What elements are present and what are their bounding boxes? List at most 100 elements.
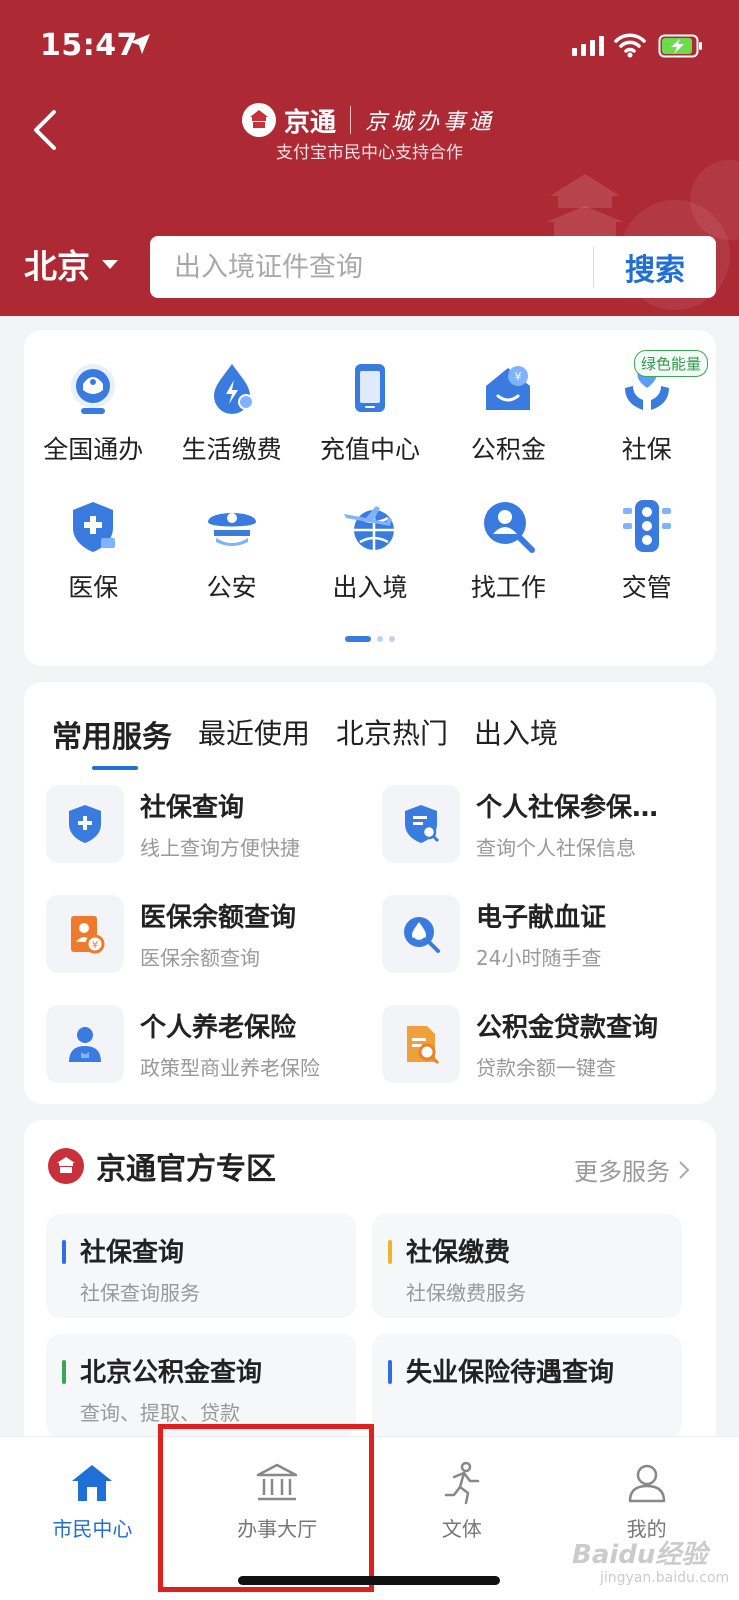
service-item-medical-balance[interactable]: ¥ 医保余额查询 医保余额查询 (46, 894, 370, 974)
traffic-light-icon (615, 494, 679, 558)
quick-item-label: 公积金 (470, 435, 546, 464)
jingtong-logo-icon (48, 1148, 84, 1184)
police-icon (200, 494, 264, 558)
official-zone-title: 京通官方专区 (96, 1152, 276, 1187)
service-item-fund-loan[interactable]: 公积金贷款查询 贷款余额一键查 (382, 1004, 706, 1084)
tab-common-services[interactable]: 常用服务 (52, 712, 172, 770)
svg-text:¥: ¥ (92, 940, 98, 951)
home-icon (68, 1459, 116, 1507)
quick-item-label: 生活缴费 (181, 435, 282, 464)
running-person-icon (438, 1459, 486, 1507)
medical-card-icon: ¥ (46, 895, 124, 973)
accent-bar (388, 1360, 392, 1384)
quick-item-utility-payment[interactable]: 生活缴费 (162, 356, 300, 466)
zone-item-social-payment[interactable]: 社保缴费 社保缴费服务 (372, 1214, 682, 1318)
brand-lockup: 京通 京城办事通 (242, 100, 495, 140)
grid-page-indicator (24, 636, 716, 642)
zone-item-title: 社保缴费 (406, 1238, 511, 1268)
zone-item-unemployment[interactable]: 失业保险待遇查询 (372, 1334, 682, 1438)
recharge-icon (338, 356, 402, 420)
app-header: 15:47 京通 京城办事通 支付宝市民中心支持合作 北京 出入境证件查询 搜索 (0, 0, 739, 316)
zone-item-social-query[interactable]: 社保查询 社保查询服务 (46, 1214, 356, 1318)
service-subtitle: 政策型商业养老保险 (140, 1056, 320, 1080)
zone-item-title: 失业保险待遇查询 (406, 1358, 615, 1388)
battery-charging-icon (658, 34, 702, 58)
services-tabs: 常用服务 最近使用 北京热门 出入境 (52, 712, 558, 770)
quick-item-recharge[interactable]: 充值中心 (301, 356, 439, 466)
quick-item-label: 出入境 (332, 573, 408, 602)
service-title: 公积金贷款查询 (476, 1013, 659, 1043)
quick-item-housing-fund[interactable]: ¥ 公积金 (439, 356, 577, 466)
quick-item-exit-entry[interactable]: 出入境 (301, 494, 439, 604)
tab-recent[interactable]: 最近使用 (198, 712, 310, 756)
wifi-icon (614, 33, 646, 58)
zone-item-subtitle: 社保缴费服务 (406, 1281, 526, 1305)
national-service-icon (61, 356, 125, 420)
profile-icon (623, 1459, 671, 1507)
page-dot-active (345, 636, 371, 642)
medical-insurance-icon (61, 494, 125, 558)
quick-item-medical-insurance[interactable]: 医保 (24, 494, 162, 604)
service-item-pension[interactable]: 个人养老保险 政策型商业养老保险 (46, 1004, 370, 1084)
baidu-watermark: Baidu经验 (572, 1540, 708, 1570)
service-item-blood-donation[interactable]: 电子献血证 24小时随手查 (382, 894, 706, 974)
svg-text:¥: ¥ (515, 370, 522, 383)
quick-item-label: 医保 (68, 573, 119, 602)
quick-services-grid: 全国通办 生活缴费 充值中心 ¥ 公积金 绿色能量 社保 医保 公安 出入境 找… (24, 350, 716, 604)
brand-slogan: 京城办事通 (365, 110, 496, 135)
quick-item-job-search[interactable]: 找工作 (439, 494, 577, 604)
tab-beijing-hot[interactable]: 北京热门 (336, 712, 448, 756)
page-dot (377, 636, 383, 642)
service-title: 电子献血证 (476, 903, 607, 933)
more-services-label: 更多服务 (574, 1158, 670, 1186)
service-item-personal-social[interactable]: 个人社保参保… 查询个人社保信息 (382, 784, 706, 864)
document-search-orange-icon (382, 1005, 460, 1083)
city-selector[interactable]: 北京 (24, 240, 118, 288)
search-button[interactable]: 搜索 (594, 245, 716, 289)
nav-label: 文体 (441, 1517, 482, 1541)
service-item-social-query[interactable]: 社保查询 线上查询方便快捷 (46, 784, 370, 864)
quick-item-police[interactable]: 公安 (162, 494, 300, 604)
person-icon (46, 1005, 124, 1083)
zone-item-subtitle: 查询、提取、贷款 (80, 1401, 240, 1425)
quick-item-label: 找工作 (470, 573, 546, 602)
location-arrow-icon (130, 34, 150, 54)
services-list: 社保查询 线上查询方便快捷 个人社保参保… 查询个人社保信息 ¥ 医保余额查询 … (46, 784, 706, 1084)
home-indicator[interactable] (238, 1576, 500, 1585)
search-input[interactable] (150, 251, 593, 283)
quick-item-label: 充值中心 (319, 435, 420, 464)
quick-services-card: 全国通办 生活缴费 充值中心 ¥ 公积金 绿色能量 社保 医保 公安 出入境 找… (24, 330, 716, 666)
exit-entry-icon (338, 494, 402, 558)
status-time: 15:47 (40, 28, 138, 63)
zone-item-title: 社保查询 (80, 1238, 185, 1268)
baidu-watermark-url: jingyan.baidu.com (600, 1570, 730, 1586)
official-zone-header: 京通官方专区 (48, 1144, 276, 1188)
city-label: 北京 (24, 247, 90, 286)
accent-bar (62, 1360, 66, 1384)
nav-label: 市民中心 (52, 1517, 133, 1541)
zone-item-title: 北京公积金查询 (80, 1358, 263, 1388)
accent-bar (388, 1240, 392, 1264)
shield-plus-icon (46, 785, 124, 863)
utility-payment-icon (200, 356, 264, 420)
caret-down-icon (102, 259, 118, 269)
service-title: 个人社保参保… (476, 793, 659, 823)
brand-divider (350, 106, 352, 134)
quick-item-social-security[interactable]: 绿色能量 社保 (578, 350, 716, 466)
document-search-icon (382, 785, 460, 863)
quick-item-national-service[interactable]: 全国通办 (24, 356, 162, 466)
chevron-right-icon (679, 1160, 690, 1179)
service-title: 个人养老保险 (140, 1013, 297, 1043)
page-dot (389, 636, 395, 642)
official-zone-grid: 社保查询 社保查询服务 社保缴费 社保缴费服务 北京公积金查询 查询、提取、贷款… (46, 1214, 696, 1438)
tab-exit-entry[interactable]: 出入境 (474, 712, 558, 756)
service-subtitle: 贷款余额一键查 (476, 1056, 616, 1080)
job-search-icon (476, 494, 540, 558)
status-bar: 15:47 (0, 0, 739, 90)
zone-item-fund-query[interactable]: 北京公积金查询 查询、提取、贷款 (46, 1334, 356, 1438)
brand-name: 京通 (284, 107, 337, 138)
quick-item-label: 交管 (621, 573, 672, 602)
housing-fund-icon: ¥ (476, 356, 540, 420)
quick-item-traffic[interactable]: 交管 (578, 494, 716, 604)
more-services-link[interactable]: 更多服务 (574, 1152, 692, 1187)
